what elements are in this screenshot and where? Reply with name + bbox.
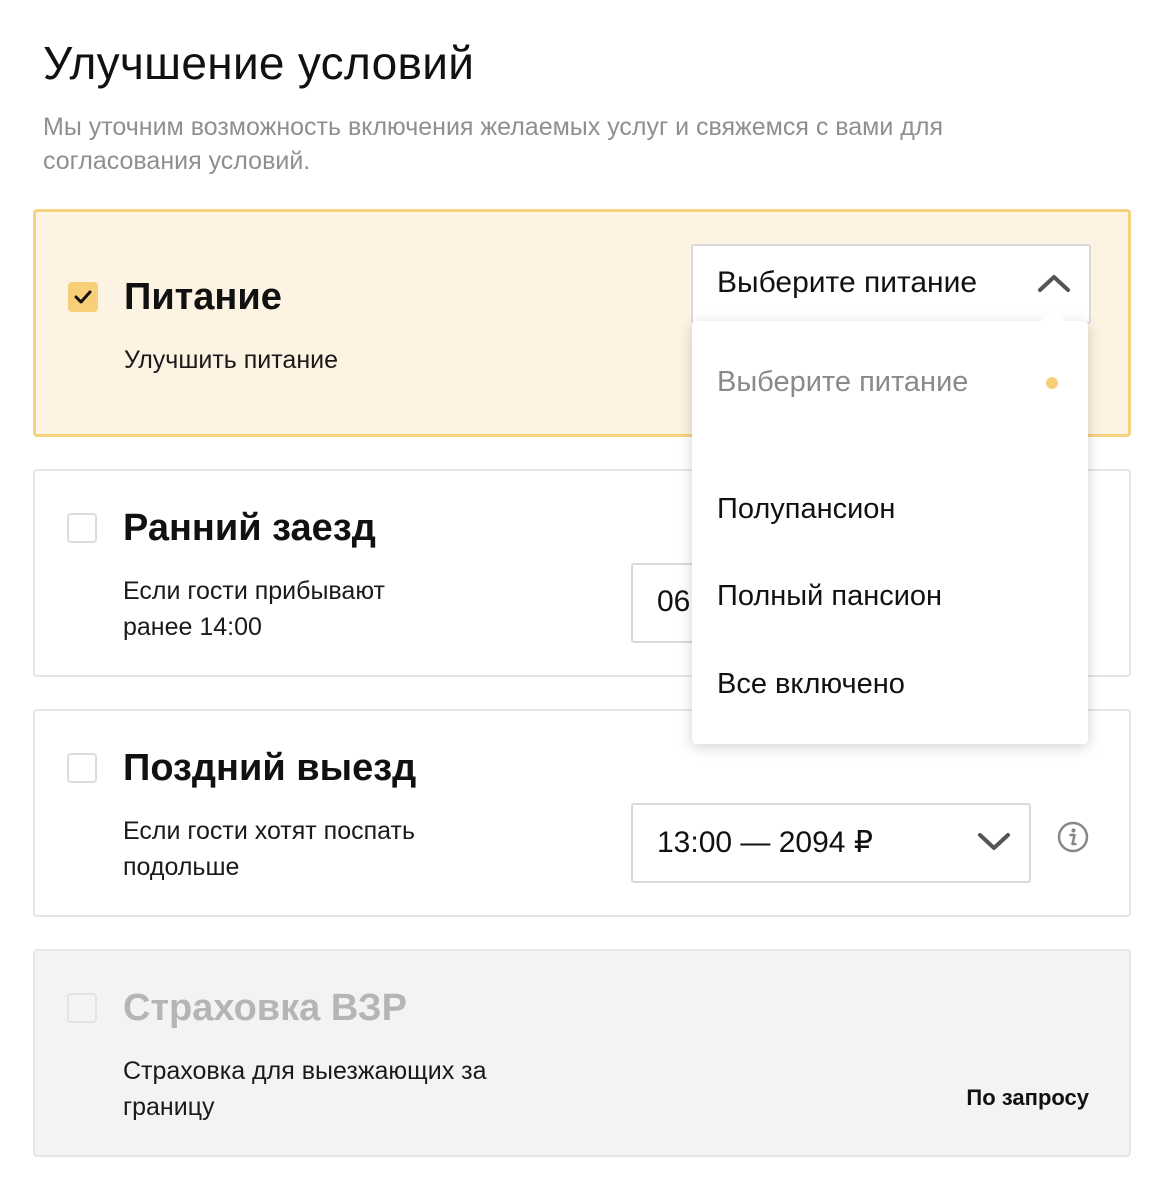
- early-checkin-description: Если гости прибывают ранее 14:00: [123, 577, 385, 641]
- meal-option-all-inclusive[interactable]: Все включено: [717, 665, 905, 704]
- meal-option-full-board[interactable]: Полный пансион: [717, 577, 942, 616]
- early-checkin-checkbox[interactable]: [67, 513, 97, 543]
- page-title: Улучшение условий: [43, 37, 475, 89]
- chevron-up-icon[interactable]: [1037, 272, 1071, 294]
- late-checkout-checkbox[interactable]: [67, 753, 97, 783]
- insurance-title: Страховка ВЗР: [123, 987, 407, 1029]
- meal-dropdown-menu: Выберите питание Полупансион Полный панс…: [692, 308, 1088, 744]
- info-icon[interactable]: [1057, 821, 1089, 853]
- early-checkin-title: Ранний заезд: [123, 507, 376, 549]
- selected-dot: [1046, 377, 1058, 389]
- insurance-checkbox: [67, 993, 97, 1023]
- insurance-price: По запросу: [966, 1085, 1089, 1110]
- meal-checkbox[interactable]: [68, 282, 98, 312]
- meal-title: Питание: [124, 276, 282, 318]
- insurance-description: Страховка для выезжающих за границу: [123, 1057, 487, 1121]
- late-checkout-select-value: 13:00 — 2094 ₽: [657, 826, 873, 859]
- late-checkout-select[interactable]: 13:00 — 2094 ₽: [631, 803, 1031, 883]
- late-checkout-title: Поздний выезд: [123, 747, 417, 789]
- insurance-card: Страховка ВЗР Страховка для выезжающих з…: [33, 949, 1131, 1157]
- meal-description: Улучшить питание: [124, 346, 339, 374]
- meal-option-half-board[interactable]: Полупансион: [717, 490, 895, 529]
- page-subtitle: Мы уточним возможность включения желаемы…: [43, 113, 943, 175]
- meal-select-value: Выберите питание: [717, 266, 978, 299]
- late-checkout-description: Если гости хотят поспать подольше: [123, 817, 415, 881]
- meal-select[interactable]: Выберите питание: [691, 244, 1091, 324]
- meal-option-placeholder[interactable]: Выберите питание: [717, 363, 977, 402]
- check-icon: [74, 290, 92, 304]
- chevron-down-icon[interactable]: [977, 831, 1011, 853]
- early-checkin-select-value: 06: [657, 585, 691, 618]
